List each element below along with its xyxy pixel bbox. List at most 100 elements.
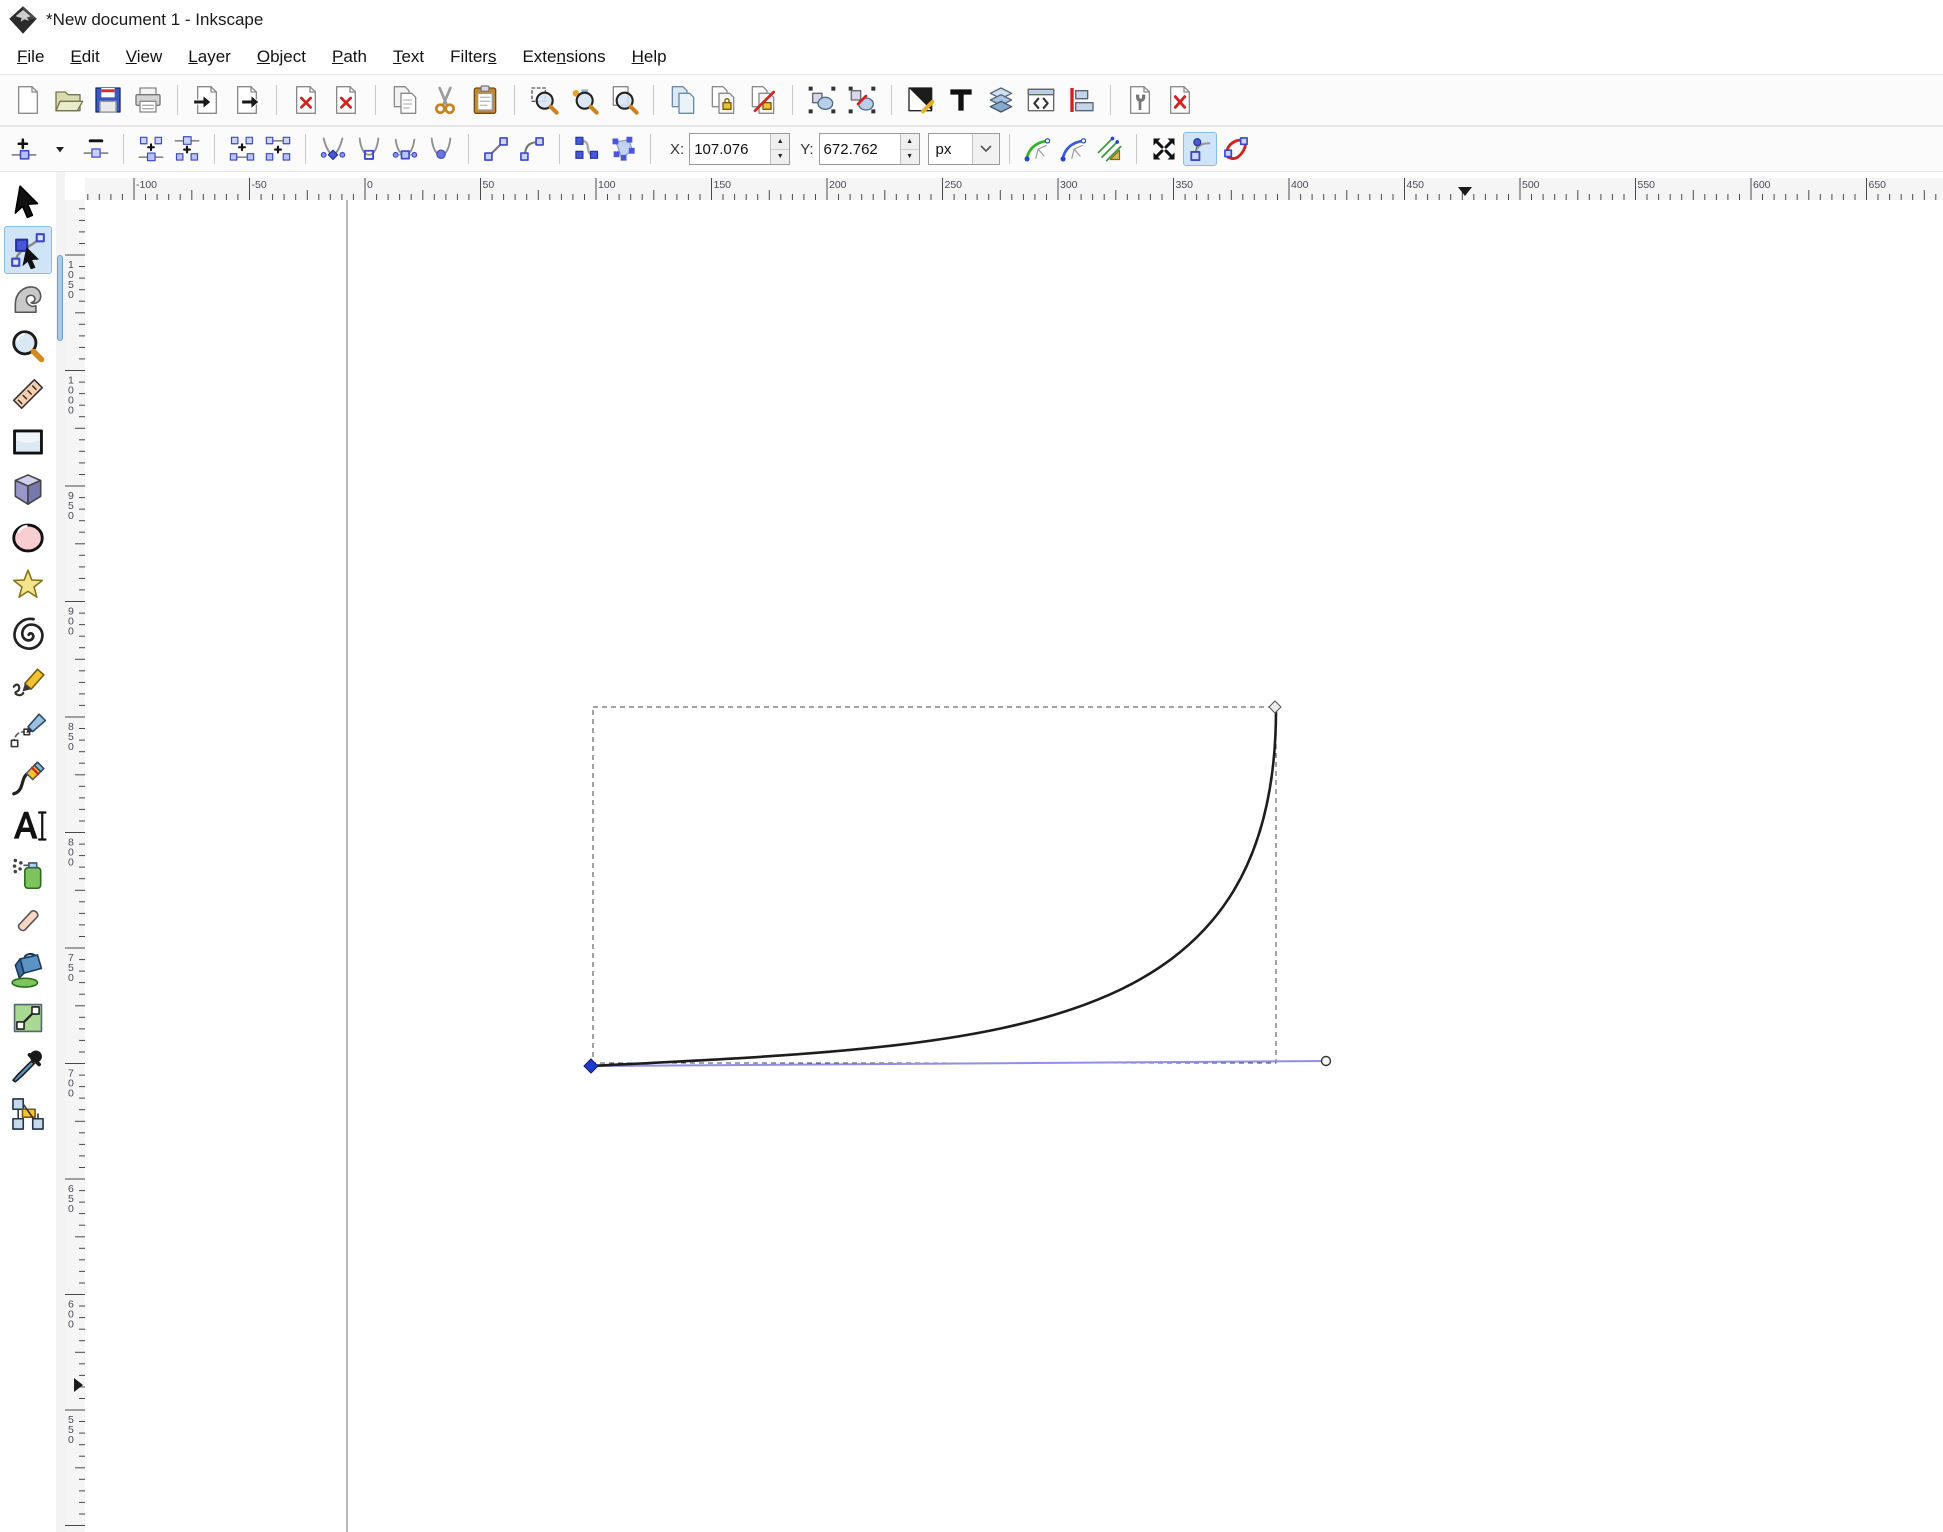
- node-smooth-button[interactable]: [352, 132, 386, 166]
- bezier-tool-button[interactable]: [4, 706, 52, 754]
- lpe-param-button[interactable]: [1092, 132, 1126, 166]
- star-tool-button[interactable]: [4, 562, 52, 610]
- bucket-tool-button[interactable]: [4, 946, 52, 994]
- menu-extensions[interactable]: Extensions: [509, 44, 618, 70]
- measure-tool-button[interactable]: [4, 370, 52, 418]
- path-outline-button[interactable]: [1219, 132, 1253, 166]
- calligraphy-tool-button[interactable]: [4, 754, 52, 802]
- bezier-handles-button[interactable]: [1183, 132, 1217, 166]
- preferences-button[interactable]: [1121, 81, 1159, 119]
- y-spin-up-button[interactable]: ▲: [901, 134, 919, 150]
- join-segment-button[interactable]: [225, 132, 259, 166]
- ellipse-tool-button[interactable]: [4, 514, 52, 562]
- transform-handles-button[interactable]: [1147, 132, 1181, 166]
- text-dialog-button[interactable]: [942, 81, 980, 119]
- spiral-tool-button[interactable]: [4, 610, 52, 658]
- y-coordinate-input[interactable]: [820, 134, 900, 164]
- selector-tool-button[interactable]: [4, 178, 52, 226]
- ellipse-tool-icon: [9, 519, 47, 557]
- redo-button[interactable]: [327, 81, 365, 119]
- selected-node[interactable]: [584, 1059, 598, 1073]
- fill-stroke-dialog-button[interactable]: [902, 81, 940, 119]
- connector-tool-button[interactable]: [4, 1090, 52, 1138]
- unlink-clone-button[interactable]: [744, 81, 782, 119]
- xml-editor-button[interactable]: [1022, 81, 1060, 119]
- menu-edit[interactable]: Edit: [57, 44, 112, 70]
- edit-mask-button[interactable]: [1056, 132, 1090, 166]
- export-button[interactable]: [228, 81, 266, 119]
- bezier-curve[interactable]: [591, 710, 1276, 1066]
- paste-button[interactable]: [466, 81, 504, 119]
- edit-clip-button[interactable]: [1020, 132, 1054, 166]
- new-document-button[interactable]: [9, 81, 47, 119]
- layers-dialog-button[interactable]: [982, 81, 1020, 119]
- delete-node-icon: [82, 135, 110, 163]
- horizontal-ruler[interactable]: -100-50050100150200250300350400450500550…: [85, 178, 1943, 200]
- x-spin-up-button[interactable]: ▲: [771, 134, 789, 150]
- node-auto-button[interactable]: [424, 132, 458, 166]
- ungroup-button[interactable]: [843, 81, 881, 119]
- align-distribute-button[interactable]: [1062, 81, 1100, 119]
- zoom-tool-button[interactable]: [4, 322, 52, 370]
- zoom-page-icon: [608, 84, 640, 116]
- node-dropdown-arrow-button[interactable]: [43, 132, 77, 166]
- menu-file[interactable]: File: [4, 44, 57, 70]
- duplicate-button[interactable]: [664, 81, 702, 119]
- document-properties-button[interactable]: [1161, 81, 1199, 119]
- import-button[interactable]: [188, 81, 226, 119]
- delete-segment-button[interactable]: [261, 132, 295, 166]
- zoom-page-button[interactable]: [605, 81, 643, 119]
- tweak-tool-button[interactable]: [4, 274, 52, 322]
- open-folder-button[interactable]: [49, 81, 87, 119]
- vertical-ruler[interactable]: 10501000950900850800750700650600550: [65, 200, 85, 1532]
- segment-line-button[interactable]: [479, 132, 513, 166]
- menu-filters[interactable]: Filters: [437, 44, 509, 70]
- save-button[interactable]: [89, 81, 127, 119]
- eraser-tool-button[interactable]: [4, 898, 52, 946]
- menu-object[interactable]: Object: [244, 44, 319, 70]
- print-button[interactable]: [129, 81, 167, 119]
- node-cusp-button[interactable]: [316, 132, 350, 166]
- y-spin-down-button[interactable]: ▼: [901, 150, 919, 165]
- dropper-tool-icon: [9, 1047, 47, 1085]
- menu-text[interactable]: Text: [380, 44, 437, 70]
- join-nodes-button[interactable]: [134, 132, 168, 166]
- insert-node-button[interactable]: [7, 132, 41, 166]
- rect-tool-button[interactable]: [4, 418, 52, 466]
- create-clone-button[interactable]: [704, 81, 742, 119]
- menu-view[interactable]: View: [113, 44, 176, 70]
- object-to-path-button[interactable]: [570, 132, 604, 166]
- copy-button[interactable]: [386, 81, 424, 119]
- drawing-canvas[interactable]: [85, 200, 1943, 1532]
- zoom-selection-button[interactable]: [525, 81, 563, 119]
- unit-select[interactable]: px: [928, 133, 1000, 165]
- node-symmetric-button[interactable]: [388, 132, 422, 166]
- stroke-to-path-button[interactable]: [606, 132, 640, 166]
- x-coordinate-input[interactable]: [690, 134, 770, 164]
- zoom-drawing-button[interactable]: [565, 81, 603, 119]
- end-node[interactable]: [1269, 701, 1281, 713]
- menu-path[interactable]: Path: [319, 44, 380, 70]
- menu-help[interactable]: Help: [619, 44, 680, 70]
- group-button[interactable]: [803, 81, 841, 119]
- segment-curve-button[interactable]: [515, 132, 549, 166]
- dropper-tool-button[interactable]: [4, 1042, 52, 1090]
- toolbox-scrollbar-thumb[interactable]: [57, 255, 63, 341]
- canvas-area[interactable]: [85, 200, 1943, 1532]
- menu-layer[interactable]: Layer: [175, 44, 244, 70]
- handle-end-circle[interactable]: [1322, 1057, 1331, 1066]
- pencil-tool-button[interactable]: [4, 658, 52, 706]
- break-nodes-button[interactable]: [170, 132, 204, 166]
- spray-tool-button[interactable]: [4, 850, 52, 898]
- node-tool-button[interactable]: [4, 226, 52, 274]
- gradient-tool-button[interactable]: [4, 994, 52, 1042]
- text-tool-button[interactable]: [4, 802, 52, 850]
- cut-button[interactable]: [426, 81, 464, 119]
- x-spin-down-button[interactable]: ▼: [771, 150, 789, 165]
- calligraphy-tool-icon: [9, 759, 47, 797]
- ungroup-icon: [846, 84, 878, 116]
- delete-node-button[interactable]: [79, 132, 113, 166]
- box3d-tool-button[interactable]: [4, 466, 52, 514]
- toolbox-scrollbar[interactable]: [56, 172, 65, 1532]
- undo-button[interactable]: [287, 81, 325, 119]
